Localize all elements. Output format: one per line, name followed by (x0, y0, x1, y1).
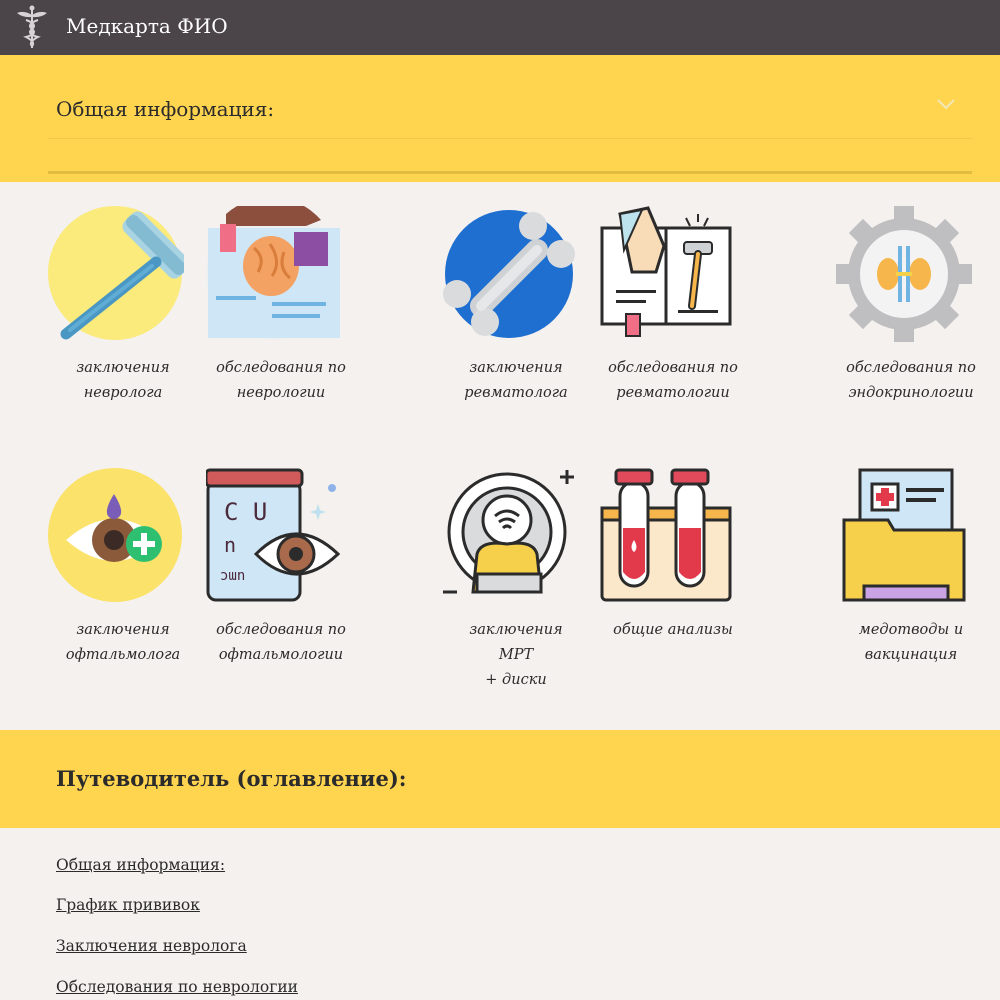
tile-caption-line: + диски (485, 672, 547, 688)
app-title[interactable]: Медкарта ФИО (66, 14, 228, 38)
toc-link-neurology-exams[interactable]: Обследования по неврологии (56, 978, 298, 996)
eye-chart-icon: C U n ɔɯn (206, 468, 341, 602)
kidneys-gear-icon (836, 206, 972, 342)
tile-caption-line: заключения (76, 360, 170, 376)
tile-caption-line: офтальмолога (65, 647, 181, 663)
tile-caption-line: медотводы и (858, 622, 964, 638)
tile-caption-line: МРТ (498, 647, 534, 663)
tile-caption-line: эндокринологии (848, 385, 974, 401)
accordion-title[interactable]: Общая информация: (56, 97, 274, 121)
tile-caption-line: заключения (76, 622, 170, 638)
tile-caption-line: заключения (469, 360, 563, 376)
brain-puzzle-book-icon (206, 206, 340, 340)
tile-caption-line: обследования по (216, 360, 346, 376)
tile-caption-line: ревматолога (464, 385, 568, 401)
tile-caption-line: обследования по (608, 360, 738, 376)
reflex-hammer-icon (48, 206, 184, 340)
bone-icon (443, 210, 575, 338)
top-bar: Медкарта ФИО (0, 0, 1000, 55)
tile-caption-line: офтальмологии (218, 647, 344, 663)
accordion-bottom-border (48, 171, 972, 174)
toc-link-general-info[interactable]: Общая информация: (56, 856, 225, 874)
toc-link-neurologist-conclusions[interactable]: Заключения невролога (56, 937, 247, 955)
tile-caption-line: обследования по (216, 622, 346, 638)
svg-text:n: n (224, 533, 236, 557)
svg-text:ɔɯn: ɔɯn (220, 568, 245, 584)
chevron-down-icon[interactable] (936, 97, 956, 111)
tile-caption-line: заключения (469, 622, 563, 638)
svg-text:C U: C U (224, 498, 267, 526)
eye-drop-icon (48, 468, 182, 602)
toc-title: Путеводитель (оглавление): (56, 766, 407, 791)
medical-folder-icon (842, 468, 966, 602)
tile-caption-line: обследования по (846, 360, 976, 376)
tile-caption-line: общие анализы (613, 622, 733, 638)
toc-link-vaccination-schedule[interactable]: График прививок (56, 896, 200, 914)
tile-caption-line: вакцинация (864, 647, 958, 663)
tile-caption-line: неврологии (236, 385, 326, 401)
knee-reflex-book-icon (600, 206, 732, 337)
tile-caption-line: ревматологии (616, 385, 730, 401)
caduceus-icon (17, 5, 47, 48)
test-tubes-icon (600, 468, 732, 602)
tile-caption-line: невролога (83, 385, 163, 401)
mri-scanner-icon (443, 470, 574, 594)
accordion-divider (48, 138, 972, 139)
